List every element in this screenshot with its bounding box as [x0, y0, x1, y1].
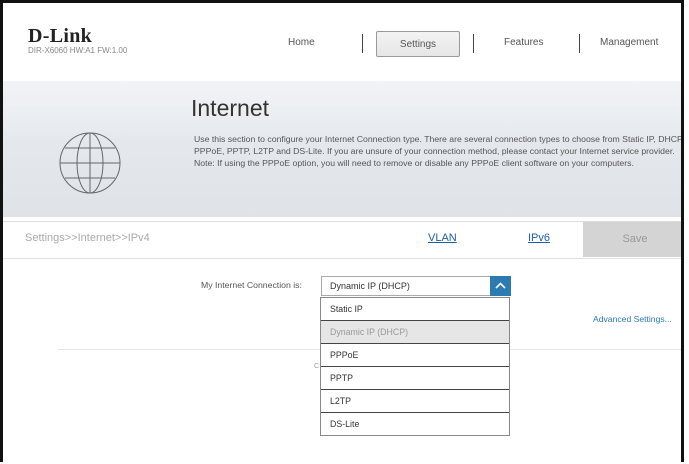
option-ds-lite[interactable]: DS-Lite [321, 413, 509, 435]
save-button[interactable]: Save [583, 222, 681, 257]
option-pptp[interactable]: PPTP [321, 367, 509, 390]
connection-type-label: My Internet Connection is: [201, 280, 302, 290]
page-title: Internet [191, 95, 269, 121]
nav-features[interactable]: Features [504, 37, 543, 48]
connection-type-select[interactable]: Dynamic IP (DHCP) [321, 276, 511, 296]
nav-management[interactable]: Management [600, 37, 658, 48]
nav-divider [579, 34, 580, 53]
globe-icon [59, 132, 121, 194]
option-pppoe[interactable]: PPPoE [321, 344, 509, 367]
nav-divider [473, 34, 474, 53]
option-static-ip[interactable]: Static IP [321, 298, 509, 321]
chevron-up-icon [495, 282, 506, 289]
router-admin-window: D-Link DIR-X6060 HW:A1 FW:1.00 Home Sett… [0, 0, 684, 462]
dropdown-toggle[interactable] [490, 276, 511, 296]
option-dynamic-ip[interactable]: Dynamic IP (DHCP) [321, 321, 509, 344]
nav-settings[interactable]: Settings [376, 31, 460, 57]
obscured-label: C [314, 363, 320, 370]
header: D-Link DIR-X6060 HW:A1 FW:1.00 Home Sett… [3, 3, 681, 78]
breadcrumb: Settings>>Internet>>IPv4 [25, 232, 150, 244]
advanced-settings-link[interactable]: Advanced Settings... [593, 314, 672, 324]
page-description: Use this section to configure your Inter… [194, 134, 684, 168]
dlink-logo[interactable]: D-Link [28, 25, 92, 48]
nav-divider [362, 34, 363, 53]
ipv6-link[interactable]: IPv6 [528, 232, 550, 244]
vlan-link[interactable]: VLAN [428, 232, 457, 244]
option-l2tp[interactable]: L2TP [321, 390, 509, 413]
connection-type-options: Static IP Dynamic IP (DHCP) PPPoE PPTP L… [320, 297, 510, 436]
model-info: DIR-X6060 HW:A1 FW:1.00 [28, 46, 128, 55]
nav-home[interactable]: Home [288, 37, 315, 48]
